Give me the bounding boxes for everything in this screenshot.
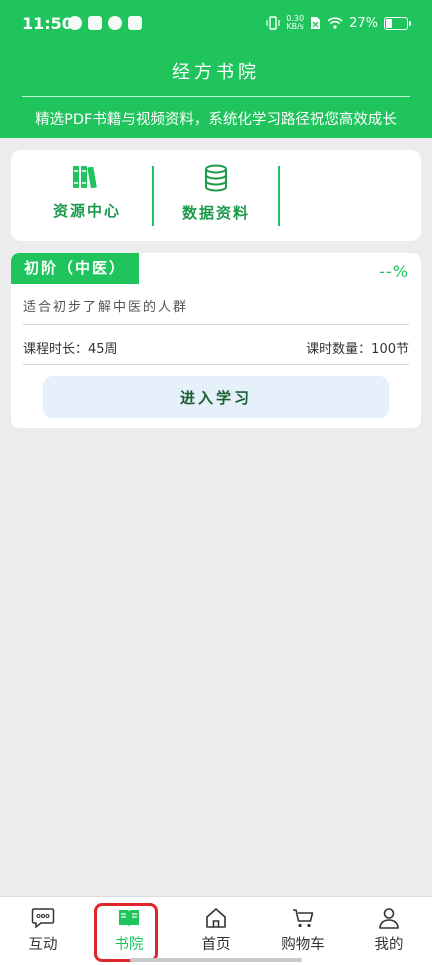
course-card: 初阶（中医） --% 适合初步了解中医的人群 课程时长：45周 课时数量：100… [11, 253, 421, 428]
nav-label: 书院 [114, 937, 144, 953]
course-lessons: 课时数量：100节 [306, 342, 409, 357]
vibrate-icon [266, 16, 280, 30]
resource-center-button[interactable]: 资源中心 [23, 164, 151, 228]
enter-study-button[interactable]: 进入学习 [43, 376, 389, 418]
wifi-icon [327, 17, 343, 29]
nav-item-academy[interactable]: 书院 [94, 897, 164, 965]
page-title: 经方书院 [172, 62, 260, 83]
course-description: 适合初步了解中医的人群 [23, 300, 189, 315]
home-indicator [130, 958, 302, 962]
header-divider [22, 96, 410, 97]
resource-divider [278, 166, 280, 226]
nav-item-interaction[interactable]: 互动 [8, 897, 78, 965]
battery-icon [384, 16, 411, 30]
app-notification-icon [68, 16, 82, 30]
course-progress: --% [379, 262, 409, 281]
books-icon [73, 166, 97, 189]
chat-bubble-icon [31, 908, 55, 929]
bottom-nav: 互动 书院 首页 购物车 我的 [0, 896, 432, 965]
no-sim-icon [311, 17, 321, 29]
course-level-tag: 初阶（中医） [11, 253, 139, 284]
status-bar: 11:50 0.30 KB/s 27% [0, 0, 432, 52]
course-divider [23, 364, 409, 365]
database-icon [205, 164, 227, 192]
nav-item-mine[interactable]: 我的 [354, 897, 424, 965]
data-materials-button[interactable]: 数据资料 [152, 164, 280, 228]
course-divider [23, 324, 409, 325]
nav-item-cart[interactable]: 购物车 [268, 897, 338, 965]
open-book-icon [119, 910, 139, 927]
message-notification-icon [128, 16, 142, 30]
page-subtitle: 精选PDF书籍与视频资料，系统化学习路径祝您高效成长 [35, 112, 397, 128]
course-duration: 课程时长：45周 [23, 342, 118, 357]
app-notification-icon [88, 16, 102, 30]
nav-item-home[interactable]: 首页 [181, 897, 251, 965]
person-icon [379, 908, 399, 929]
resource-card: 资源中心 数据资料 [11, 150, 421, 241]
nav-label: 我的 [374, 937, 404, 953]
battery-level-fill [386, 18, 392, 28]
status-right: 0.30 KB/s 27% [266, 15, 411, 31]
battery-percent: 27% [349, 15, 378, 31]
cart-icon [293, 909, 314, 928]
data-materials-label: 数据资料 [181, 204, 250, 222]
nav-label: 首页 [201, 937, 231, 953]
app-notification-icon [108, 16, 122, 30]
header: 11:50 0.30 KB/s 27% 经方书院 精选PDF书籍与视频资料，系统… [0, 0, 432, 138]
status-time: 11:50 [22, 14, 73, 33]
net-speed-unit: KB/s [286, 22, 304, 31]
notification-icons [68, 16, 142, 30]
net-speed: 0.30 KB/s [286, 15, 304, 31]
nav-label: 购物车 [281, 937, 325, 953]
resource-center-label: 资源中心 [52, 202, 121, 220]
nav-label: 互动 [28, 937, 58, 953]
home-icon [206, 908, 226, 928]
